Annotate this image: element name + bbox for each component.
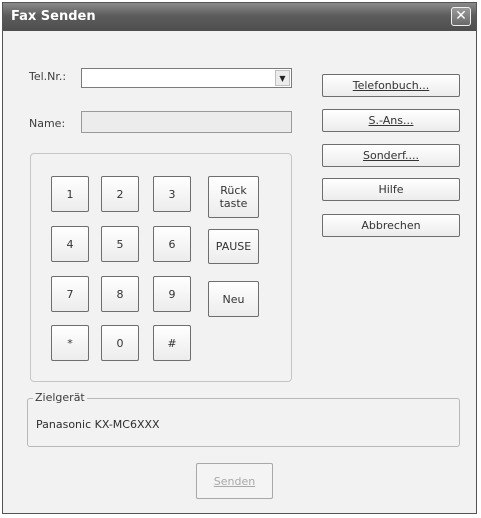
broadcast-button[interactable]: S.-Ans... [322, 109, 460, 132]
key-4[interactable]: 4 [51, 226, 89, 262]
help-button[interactable]: Hilfe [322, 178, 460, 201]
key-6[interactable]: 6 [153, 226, 191, 262]
key-0[interactable]: 0 [101, 325, 139, 361]
key-2[interactable]: 2 [101, 176, 139, 212]
phonebook-label: Telefonbuch... [352, 79, 430, 92]
broadcast-label: S.-Ans... [368, 114, 414, 127]
tel-label: Tel.Nr.: [29, 70, 67, 83]
send-button[interactable]: Senden [196, 463, 273, 499]
key-8[interactable]: 8 [101, 276, 139, 312]
name-label: Name: [29, 117, 66, 130]
backspace-label-line1: Rück [220, 184, 247, 197]
cancel-button[interactable]: Abbrechen [322, 214, 460, 237]
key-hash[interactable]: # [153, 325, 191, 361]
pause-button[interactable]: PAUSE [208, 229, 259, 264]
target-device-legend: Zielgerät [33, 391, 87, 404]
send-label: Senden [213, 474, 256, 488]
key-star[interactable]: * [51, 325, 89, 361]
chevron-down-icon[interactable]: ▼ [275, 70, 290, 86]
tel-number-combobox[interactable]: ▼ [81, 68, 292, 88]
new-button[interactable]: Neu [208, 281, 259, 317]
key-9[interactable]: 9 [153, 276, 191, 312]
key-1[interactable]: 1 [51, 176, 89, 212]
close-icon[interactable]: ✕ [451, 7, 471, 26]
fax-send-dialog: Fax Senden ✕ Tel.Nr.: ▼ Name: 1 2 3 4 5 … [2, 2, 477, 514]
key-5[interactable]: 5 [101, 226, 139, 262]
window-title: Fax Senden [11, 9, 96, 24]
backspace-label-line2: taste [219, 197, 248, 210]
key-7[interactable]: 7 [51, 276, 89, 312]
name-field [81, 111, 292, 133]
special-functions-label: Sonderf.... [362, 149, 419, 162]
backspace-button[interactable]: Rück taste [208, 176, 259, 218]
special-functions-button[interactable]: Sonderf.... [322, 144, 460, 167]
target-device-group: Zielgerät Panasonic KX-MC6XXX [27, 391, 460, 447]
title-bar[interactable]: Fax Senden ✕ [3, 3, 476, 31]
key-3[interactable]: 3 [153, 176, 191, 212]
target-device-value: Panasonic KX-MC6XXX [36, 418, 160, 431]
phonebook-button[interactable]: Telefonbuch... [322, 74, 460, 97]
